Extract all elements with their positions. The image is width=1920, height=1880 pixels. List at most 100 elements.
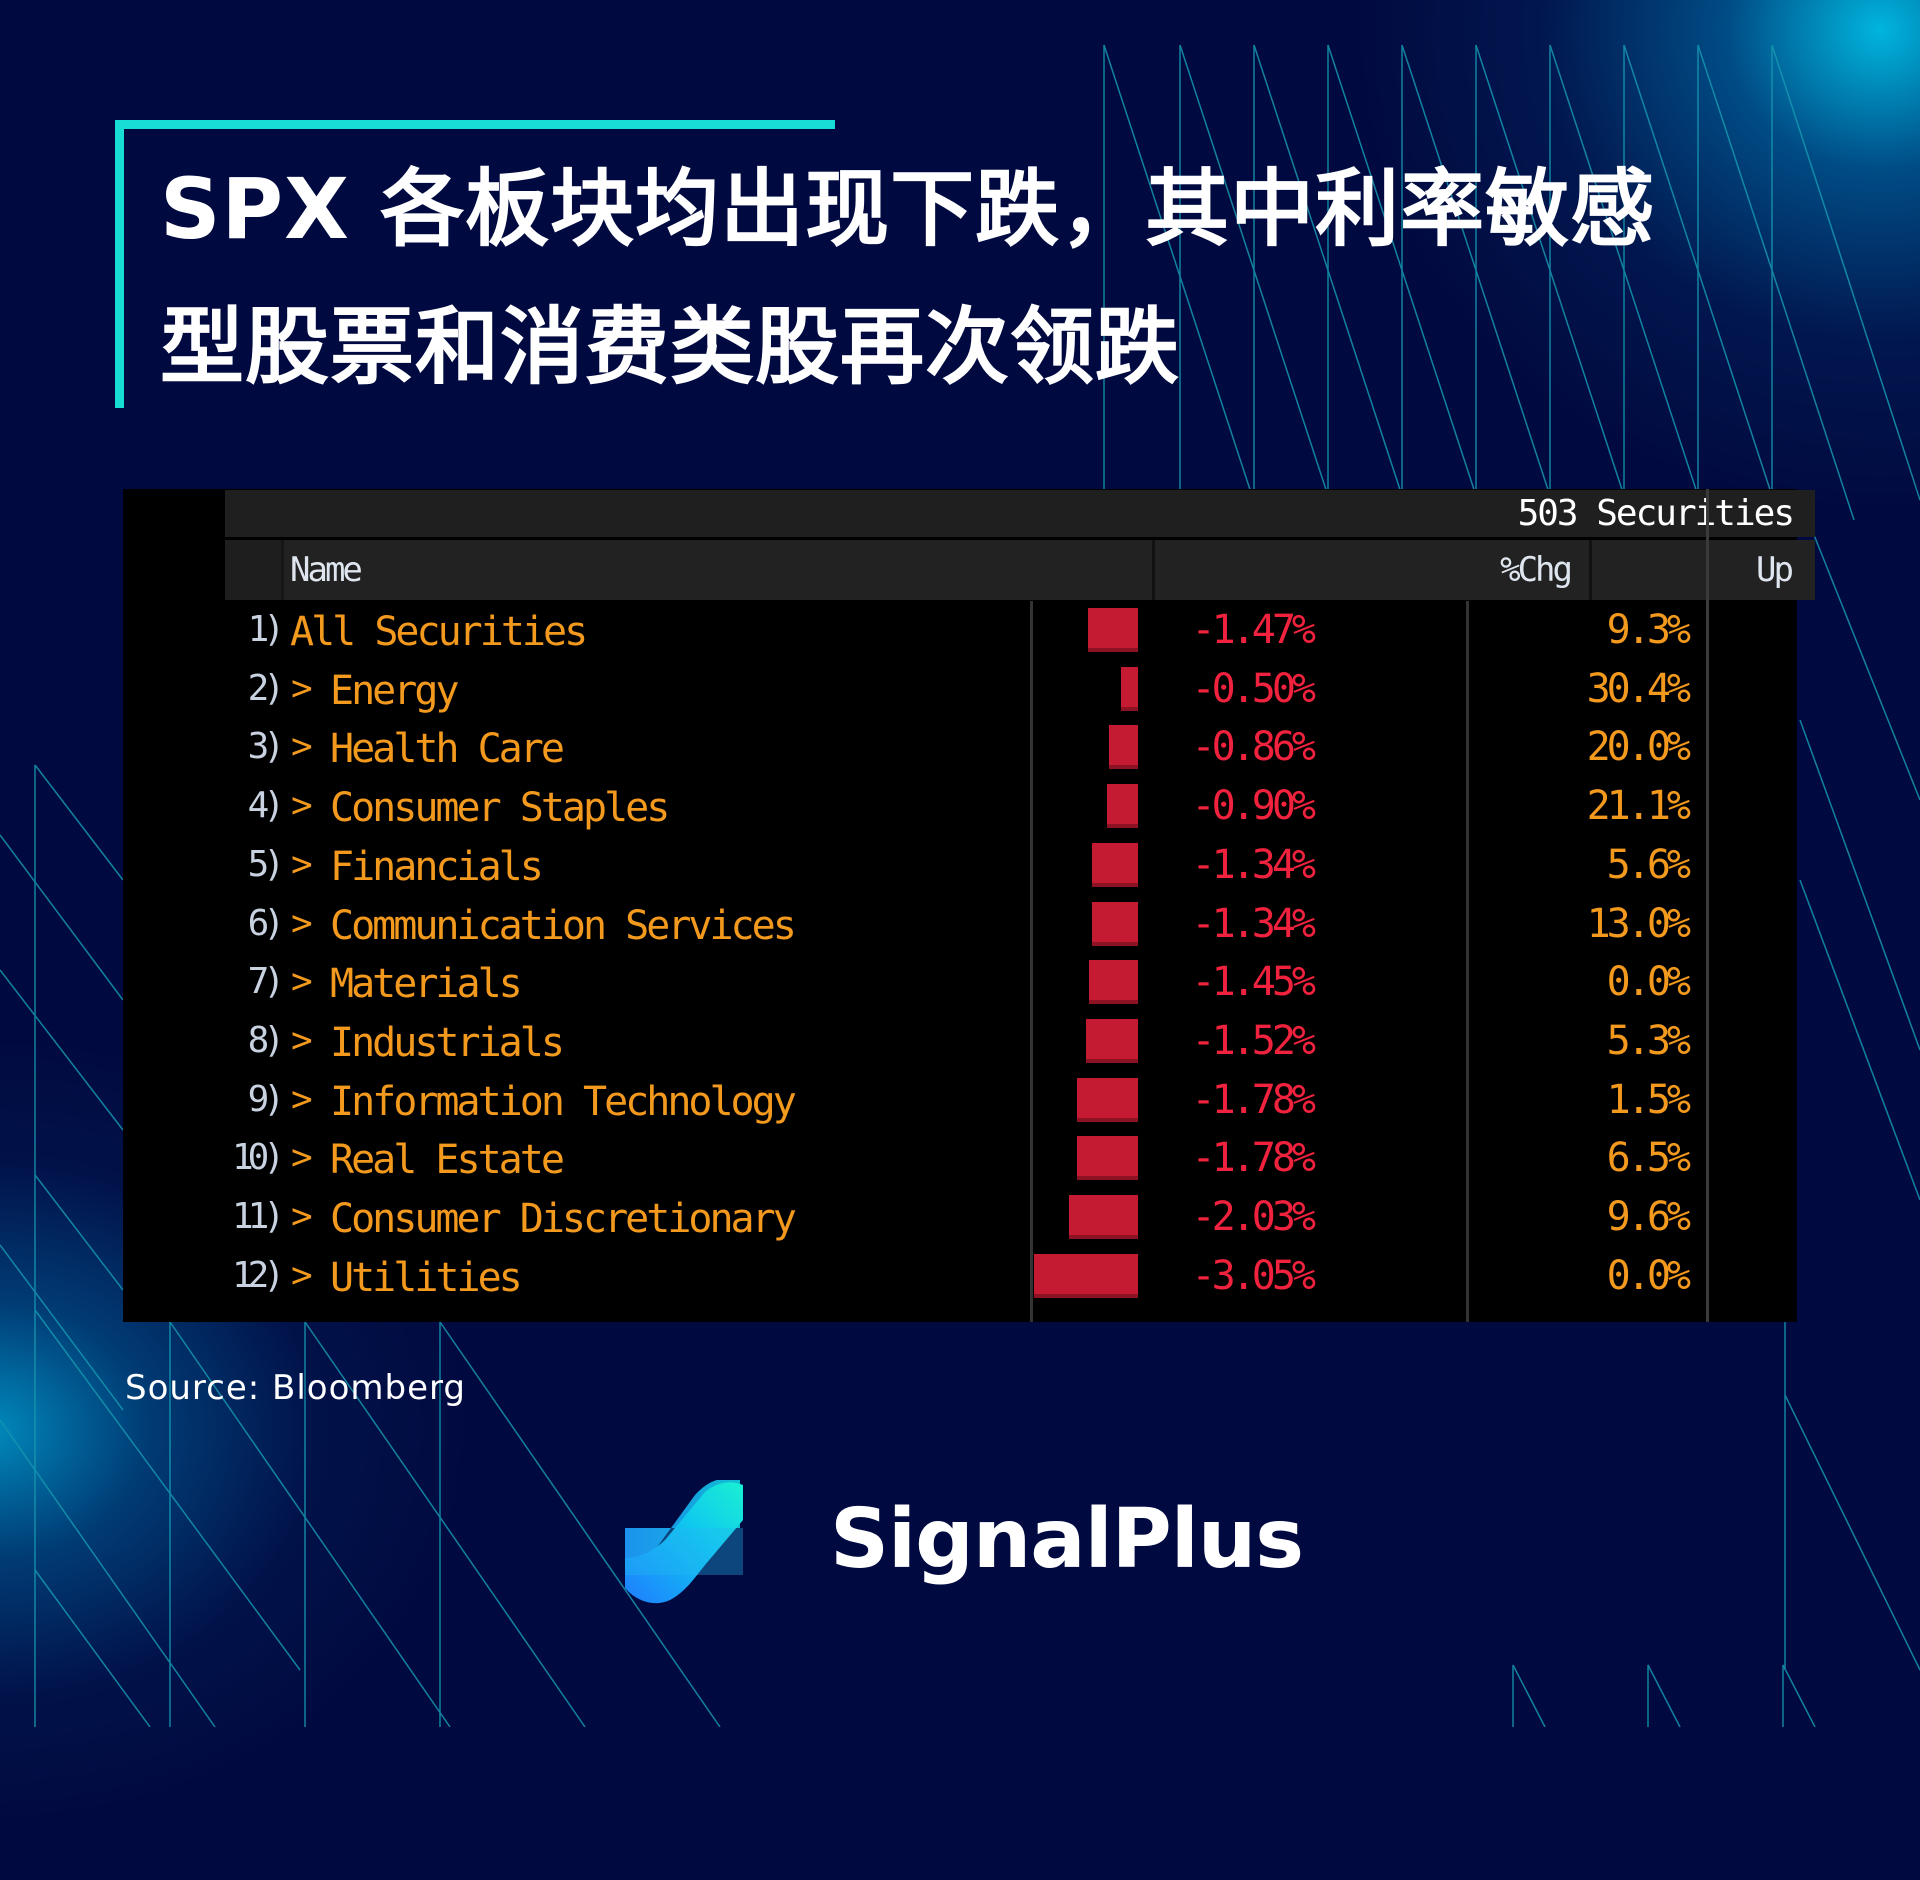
row-number: 11)	[231, 1196, 285, 1237]
percent-up: 9.3%	[1606, 607, 1691, 653]
expand-chevron-icon[interactable]: >	[291, 726, 313, 767]
change-bar	[1088, 960, 1138, 1005]
percent-up: 6.5%	[1606, 1135, 1691, 1182]
change-bar	[1092, 842, 1138, 887]
row-number: 8)	[247, 1019, 285, 1061]
change-bar	[1034, 1253, 1138, 1298]
sector-name[interactable]: Real Estate	[330, 1137, 565, 1183]
column-divider	[1589, 540, 1592, 600]
percent-change: -2.03%	[1191, 1194, 1316, 1240]
percent-change: -1.52%	[1191, 1017, 1316, 1064]
sector-name[interactable]: Industrials	[330, 1020, 565, 1066]
row-number: 6)	[247, 902, 285, 944]
row-number: 2)	[247, 667, 285, 709]
sector-name[interactable]: Financials	[330, 844, 544, 890]
row-number: 12)	[231, 1254, 285, 1296]
sector-name[interactable]: Communication Services	[330, 903, 797, 949]
change-bar	[1077, 1136, 1138, 1181]
percent-change: -1.45%	[1191, 959, 1316, 1006]
source-note: Source: Bloomberg	[125, 1368, 466, 1408]
sector-name[interactable]: Information Technology	[330, 1079, 797, 1125]
change-bar	[1086, 1018, 1138, 1063]
percent-up: 9.6%	[1606, 1194, 1691, 1240]
expand-chevron-icon[interactable]: >	[291, 1255, 313, 1296]
change-bar	[1092, 901, 1138, 946]
title-line-1: SPX 各板块均出现下跌，其中利率敏感	[160, 160, 1656, 258]
brand-name: SignalPlus	[830, 1492, 1304, 1587]
expand-chevron-icon[interactable]: >	[291, 844, 313, 885]
change-bar	[1088, 608, 1138, 652]
table-row[interactable]: 8) > Industrials -1.52% 5.3%	[123, 1012, 1797, 1070]
percent-change: -1.34%	[1191, 841, 1316, 888]
row-number-header	[225, 540, 284, 600]
expand-chevron-icon[interactable]: >	[291, 785, 313, 826]
accent-bar-horizontal	[115, 120, 835, 129]
row-number: 9)	[247, 1078, 285, 1120]
table-row[interactable]: 4) > Consumer Staples -0.90% 21.1%	[123, 777, 1797, 835]
percent-up: 0.0%	[1606, 959, 1691, 1006]
expand-chevron-icon[interactable]: >	[291, 668, 313, 709]
sector-name[interactable]: Health Care	[330, 726, 565, 772]
sector-name[interactable]: Consumer Discretionary	[330, 1196, 797, 1242]
table-column-header: Name %Chg Up	[225, 540, 1815, 600]
change-bar	[1077, 1077, 1138, 1122]
expand-chevron-icon[interactable]: >	[291, 1079, 313, 1120]
expand-chevron-icon[interactable]: >	[291, 903, 313, 944]
sector-name[interactable]: Materials	[330, 961, 523, 1007]
table-row[interactable]: 10) > Real Estate -1.78% 6.5%	[123, 1129, 1797, 1187]
row-number: 1)	[247, 609, 285, 650]
table-summary-header: 503 Securities	[225, 490, 1815, 537]
change-bar	[1107, 784, 1138, 829]
title-line-2: 型股票和消费类股再次领跌	[160, 298, 1181, 396]
row-number: 3)	[247, 726, 285, 768]
sector-table: 503 Securities Name %Chg Up 1) All Securi…	[123, 489, 1815, 1322]
row-number: 7)	[247, 961, 285, 1003]
percent-change: -1.47%	[1191, 607, 1316, 653]
percent-up: 5.3%	[1606, 1017, 1691, 1064]
table-row[interactable]: 3) > Health Care -0.86% 20.0%	[123, 718, 1797, 776]
table-row[interactable]: 2) > Energy -0.50% 30.4%	[123, 660, 1797, 718]
table-row[interactable]: 11) > Consumer Discretionary -2.03% 9.6%	[123, 1188, 1797, 1246]
percent-change: -0.86%	[1191, 724, 1316, 771]
expand-chevron-icon[interactable]: >	[291, 1020, 313, 1061]
percent-up: 30.4%	[1586, 665, 1691, 712]
percent-up: 21.1%	[1586, 783, 1691, 830]
expand-chevron-icon[interactable]: >	[291, 961, 313, 1002]
table-row[interactable]: 5) > Financials -1.34% 5.6%	[123, 836, 1797, 894]
expand-chevron-icon[interactable]: >	[291, 1196, 313, 1237]
column-header-up[interactable]: Up	[1756, 550, 1794, 590]
page-title: SPX 各板块均出现下跌，其中利率敏感 型股票和消费类股再次领跌	[160, 140, 1880, 416]
change-bar	[1121, 666, 1138, 711]
percent-change: -1.34%	[1191, 900, 1316, 947]
table-row[interactable]: 7) > Materials -1.45% 0.0%	[123, 953, 1797, 1011]
row-number: 10)	[231, 1137, 285, 1179]
table-row[interactable]: 6) > Communication Services -1.34% 13.0%	[123, 895, 1797, 953]
percent-up: 0.0%	[1606, 1252, 1691, 1299]
sector-name[interactable]: Consumer Staples	[330, 785, 670, 831]
column-header-name[interactable]: Name	[290, 550, 363, 590]
row-number: 5)	[247, 843, 285, 885]
percent-change: -0.90%	[1191, 783, 1316, 830]
percent-change: -1.78%	[1191, 1076, 1316, 1123]
column-divider	[1152, 540, 1155, 600]
percent-up: 13.0%	[1586, 900, 1691, 947]
percent-up: 20.0%	[1586, 724, 1691, 771]
table-row[interactable]: 12) > Utilities -3.05% 0.0%	[123, 1247, 1797, 1305]
percent-change: -1.78%	[1191, 1135, 1316, 1182]
row-number: 4)	[247, 785, 285, 827]
sector-name[interactable]: Utilities	[330, 1255, 523, 1301]
percent-up: 1.5%	[1606, 1076, 1691, 1123]
securities-count: 503 Securities	[1517, 493, 1795, 534]
expand-chevron-icon[interactable]: >	[291, 1137, 313, 1178]
sector-name[interactable]: Energy	[330, 668, 459, 714]
percent-up: 5.6%	[1606, 841, 1691, 888]
table-row[interactable]: 1) All Securities -1.47% 9.3%	[123, 601, 1797, 659]
table-row[interactable]: 9) > Information Technology -1.78% 1.5%	[123, 1071, 1797, 1129]
change-bar	[1108, 725, 1138, 770]
accent-bar-vertical	[115, 120, 124, 408]
percent-change: -3.05%	[1191, 1252, 1316, 1299]
change-bar	[1068, 1195, 1138, 1239]
signalplus-logo-icon	[625, 1480, 743, 1604]
sector-name[interactable]: All Securities	[290, 609, 588, 655]
column-header-chg[interactable]: %Chg	[1500, 550, 1573, 590]
